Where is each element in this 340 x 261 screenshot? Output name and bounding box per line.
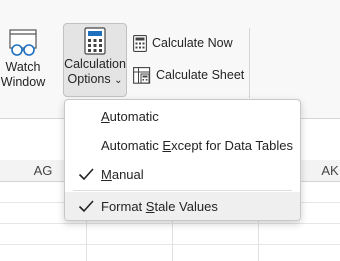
ribbon-group-divider <box>249 28 250 98</box>
calculation-options-menu: Automatic Automatic Except for Data Tabl… <box>64 99 301 221</box>
calculation-options-label-2: Options ⌄ <box>64 72 126 88</box>
menu-item-automatic[interactable]: Automatic <box>65 102 300 130</box>
column-header-ak[interactable]: AK <box>305 160 340 181</box>
calculation-options-button[interactable]: Calculation Options ⌄ <box>63 23 127 97</box>
calculate-now-label: Calculate Now <box>152 36 233 50</box>
grid-line <box>0 244 340 245</box>
glasses-window-icon <box>9 29 37 56</box>
calculation-options-label-2-text: Options <box>67 72 111 86</box>
menu-item-automatic-except-data-tables[interactable]: Automatic Except for Data Tables <box>65 131 300 159</box>
menu-item-label: Automatic <box>101 108 159 124</box>
watch-window-label-2: Window <box>0 75 46 89</box>
menu-item-label: Automatic Except for Data Tables <box>101 137 293 153</box>
calculate-now-button[interactable]: Calculate Now <box>133 32 233 54</box>
menu-item-manual[interactable]: Manual <box>65 160 300 188</box>
menu-item-label: Format Stale Values <box>101 198 218 214</box>
watch-window-button[interactable]: Watch Window <box>0 28 48 94</box>
menu-item-format-stale-values[interactable]: Format Stale Values <box>65 192 300 220</box>
chevron-down-icon: ⌄ <box>114 75 123 86</box>
menu-separator <box>73 190 292 191</box>
watch-window-label-1: Watch <box>5 60 41 74</box>
menu-item-label: Manual <box>101 166 144 182</box>
calculator-small-icon <box>133 34 147 52</box>
calculator-icon <box>84 27 106 55</box>
grid-line <box>0 223 340 224</box>
calculate-sheet-button[interactable]: Calculate Sheet <box>133 64 244 86</box>
checkmark-icon <box>78 168 94 181</box>
calculation-options-label-1: Calculation <box>64 57 126 71</box>
calculate-sheet-label: Calculate Sheet <box>156 68 245 82</box>
checkmark-icon <box>78 200 94 213</box>
calculate-sheet-icon <box>133 66 151 84</box>
